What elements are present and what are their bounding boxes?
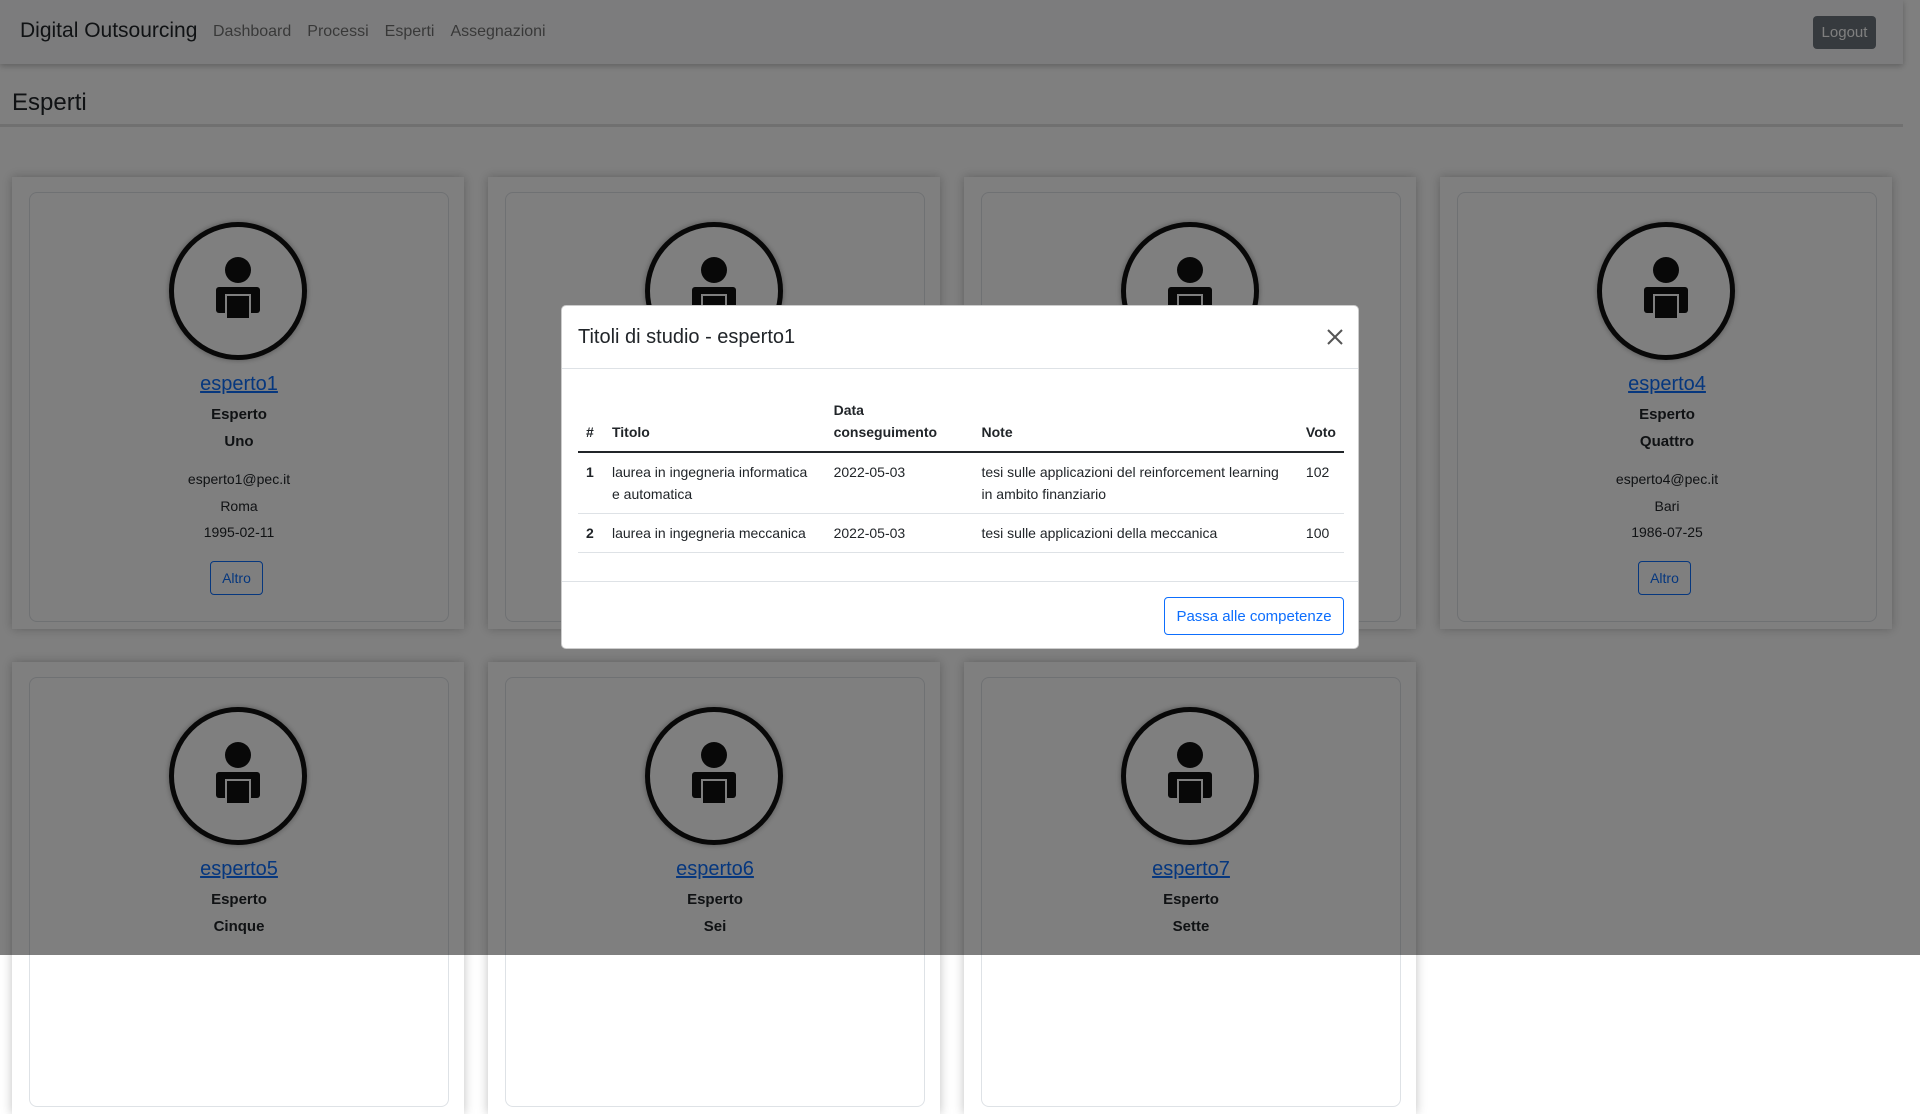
- row-voto: 100: [1297, 513, 1344, 553]
- modal-title: Titoli di studio - esperto1: [578, 326, 796, 348]
- row-note: tesi sulle applicazioni del reinforcemen…: [973, 452, 1298, 514]
- col-header-number: #: [578, 391, 604, 453]
- table-row: 2 laurea in ingegneria meccanica 2022-05…: [578, 513, 1344, 553]
- row-titolo: laurea in ingegneria informatica e autom…: [603, 452, 826, 514]
- row-data: 2022-05-03: [825, 452, 974, 514]
- table-header-row: # Titolo Data conseguimento Note Voto: [578, 391, 1344, 453]
- col-header-titolo: Titolo: [603, 391, 826, 453]
- go-to-skills-button[interactable]: Passa alle competenze: [1164, 597, 1344, 635]
- modal-header: Titoli di studio - esperto1: [562, 306, 1358, 369]
- col-header-data: Data conseguimento: [825, 391, 974, 453]
- col-header-note: Note: [973, 391, 1298, 453]
- titles-modal: Titoli di studio - esperto1 # Titolo Dat…: [561, 305, 1359, 649]
- table-row: 1 laurea in ingegneria informatica e aut…: [578, 452, 1344, 514]
- row-number: 2: [578, 513, 604, 553]
- col-header-voto: Voto: [1297, 391, 1344, 453]
- modal-footer: Passa alle competenze: [562, 581, 1358, 649]
- row-titolo: laurea in ingegneria meccanica: [603, 513, 826, 553]
- row-data: 2022-05-03: [825, 513, 974, 553]
- row-voto: 102: [1297, 452, 1344, 514]
- titles-table: # Titolo Data conseguimento Note Voto 1 …: [578, 391, 1344, 553]
- row-number: 1: [578, 452, 604, 514]
- titles-table-wrap: # Titolo Data conseguimento Note Voto 1 …: [578, 391, 1344, 553]
- row-note: tesi sulle applicazioni della meccanica: [973, 513, 1298, 553]
- close-icon[interactable]: [1326, 328, 1344, 346]
